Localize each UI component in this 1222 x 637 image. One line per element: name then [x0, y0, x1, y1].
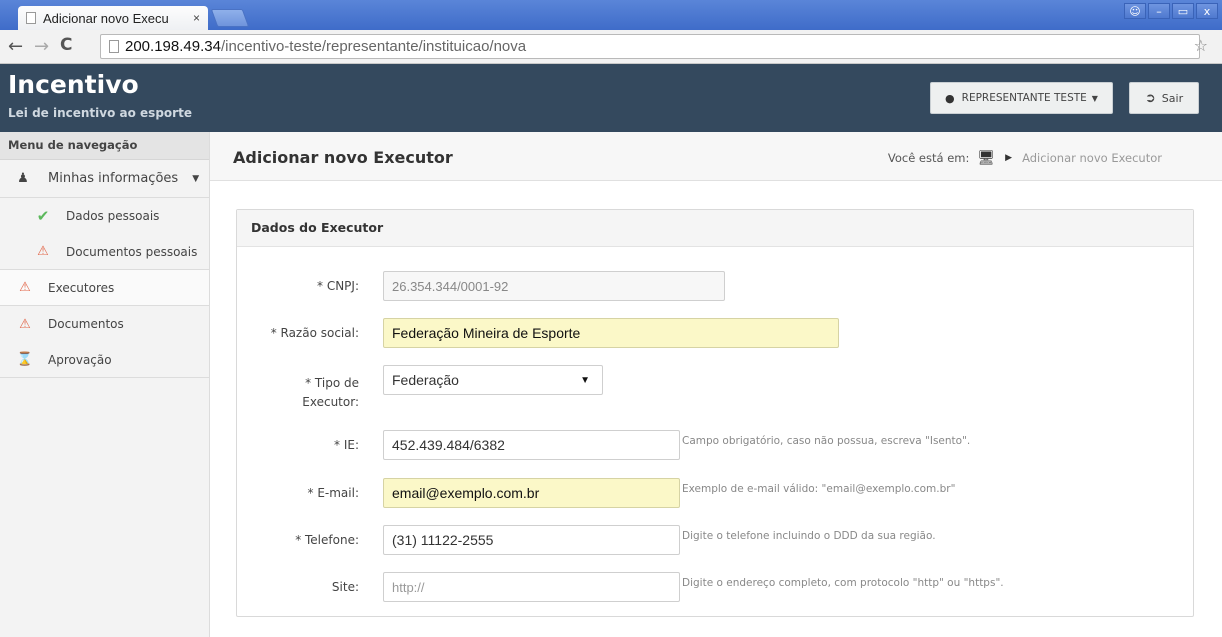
- sidebar-item-label: Documentos: [48, 317, 124, 331]
- url-path: /incentivo-teste/representante/instituic…: [220, 38, 527, 55]
- tipo-executor-value: Federação: [392, 372, 459, 388]
- telefone-help-text: Digite o telefone incluindo o DDD da sua…: [682, 530, 936, 542]
- tipo-executor-label-line2: Executor:: [302, 395, 359, 409]
- address-bar[interactable]: 200.198.49.34 /incentivo-teste/represent…: [100, 34, 1200, 59]
- reload-icon[interactable]: C: [60, 35, 72, 55]
- sidebar-item-label: Dados pessoais: [66, 209, 160, 223]
- cnpj-input[interactable]: 26.354.344/0001-92: [383, 271, 725, 301]
- new-tab-button[interactable]: [210, 9, 250, 27]
- telefone-input[interactable]: (31) 11122-2555: [383, 525, 680, 555]
- ie-input[interactable]: 452.439.484/6382: [383, 430, 680, 460]
- url-host: 200.198.49.34: [125, 38, 221, 55]
- panel-title: Dados do Executor: [237, 210, 1193, 247]
- user-icon[interactable]: ☺: [1124, 3, 1146, 19]
- browser-tabstrip: Adicionar novo Execu × ☺ – ▭ x: [0, 0, 1222, 30]
- forward-arrow-icon[interactable]: →: [34, 36, 49, 57]
- page-header: Adicionar novo Executor Você está em: 🖥 …: [210, 132, 1222, 181]
- sidebar-item-label: Aprovação: [48, 352, 112, 367]
- tipo-executor-label: * Tipo de Executor:: [302, 374, 359, 412]
- sidebar-item-executores[interactable]: ⚠ Executores: [0, 270, 209, 306]
- razao-social-label: * Razão social:: [270, 326, 359, 340]
- user-menu-button[interactable]: ● REPRESENTANTE TESTE ▼: [930, 82, 1113, 114]
- close-window-button[interactable]: x: [1196, 3, 1218, 19]
- email-input[interactable]: email@exemplo.com.br: [383, 478, 680, 508]
- ie-help-text: Campo obrigatório, caso não possua, escr…: [682, 435, 971, 447]
- back-arrow-icon[interactable]: ←: [8, 36, 23, 57]
- form-row-email: * E-mail: email@exemplo.com.br Exemplo d…: [237, 478, 1193, 508]
- telefone-label: * Telefone:: [295, 533, 359, 547]
- sidebar-item-dados-pessoais[interactable]: ✔ Dados pessoais: [0, 198, 209, 234]
- warning-icon: ⚠: [37, 244, 49, 259]
- minimize-button[interactable]: –: [1148, 3, 1170, 19]
- monitor-icon[interactable]: 🖥: [977, 150, 995, 166]
- window-controls: ☺ – ▭ x: [1124, 3, 1218, 19]
- tipo-executor-label-line1: * Tipo de: [305, 376, 359, 390]
- check-icon: ✔: [36, 207, 50, 225]
- chevron-down-icon: ▼: [192, 173, 200, 184]
- sidebar-item-label: Documentos pessoais: [66, 244, 198, 259]
- form-row-tipo-executor: * Tipo de Executor: Federação ▼: [237, 365, 1193, 411]
- form-row-ie: * IE: 452.439.484/6382 Campo obrigatório…: [237, 430, 1193, 460]
- form-row-site: Site: http:// Digite o endereço completo…: [237, 572, 1193, 602]
- warning-icon: ⚠: [19, 280, 31, 295]
- users-icon: ♟: [17, 171, 29, 186]
- breadcrumb-prefix: Você está em:: [887, 151, 970, 165]
- breadcrumb: Você está em: 🖥 ▶ Adicionar novo Executo…: [888, 150, 1162, 166]
- browser-tab[interactable]: Adicionar novo Execu ×: [18, 6, 208, 30]
- sidebar-heading: Menu de navegação: [0, 132, 209, 160]
- sidebar-item-aprovacao[interactable]: ⌛ Aprovação: [0, 342, 209, 378]
- ie-label: * IE:: [334, 438, 359, 452]
- breadcrumb-current: Adicionar novo Executor: [1022, 151, 1162, 165]
- tab-close-icon[interactable]: ×: [193, 11, 200, 25]
- app-subtitle: Lei de incentivo ao esporte: [8, 106, 192, 120]
- sidebar-item-documentos-pessoais[interactable]: ⚠ Documentos pessoais: [0, 234, 209, 270]
- browser-toolbar: ← → C 200.198.49.34 /incentivo-teste/rep…: [0, 30, 1222, 64]
- hourglass-icon: ⌛: [16, 352, 34, 367]
- user-icon: ●: [945, 91, 955, 105]
- cnpj-label: * CNPJ:: [317, 279, 359, 293]
- site-help-text: Digite o endereço completo, com protocol…: [682, 577, 1004, 589]
- email-label: * E-mail:: [307, 486, 359, 500]
- caret-right-icon: ▶: [1005, 153, 1013, 163]
- site-label: Site:: [331, 580, 359, 594]
- sidebar-group-label: Minhas informações: [48, 171, 179, 186]
- email-help-text: Exemplo de e-mail válido: "email@exemplo…: [682, 483, 956, 495]
- browser-tab-title: Adicionar novo Execu: [43, 10, 169, 26]
- site-input[interactable]: http://: [383, 572, 680, 602]
- sidebar-item-documentos[interactable]: ⚠ Documentos: [0, 306, 209, 342]
- chevron-down-icon: ▼: [1091, 93, 1098, 103]
- page-icon: [26, 12, 36, 24]
- logout-label: Sair: [1161, 91, 1184, 105]
- user-menu-label: REPRESENTANTE TESTE: [961, 92, 1087, 104]
- dropdown-arrow-icon: ▼: [580, 374, 590, 386]
- logout-button[interactable]: ➲ Sair: [1129, 82, 1199, 114]
- bookmark-star-icon[interactable]: ☆: [1194, 36, 1208, 55]
- page-title: Adicionar novo Executor: [233, 148, 453, 167]
- warning-icon: ⚠: [19, 316, 31, 332]
- app-header: Incentivo Lei de incentivo ao esporte ● …: [0, 64, 1222, 132]
- sidebar-group-minhas-informacoes[interactable]: ♟ Minhas informações ▼: [0, 160, 209, 198]
- razao-social-input[interactable]: Federação Mineira de Esporte: [383, 318, 839, 348]
- form-row-cnpj: * CNPJ: 26.354.344/0001-92: [237, 271, 1193, 301]
- form-row-telefone: * Telefone: (31) 11122-2555 Digite o tel…: [237, 525, 1193, 555]
- maximize-button[interactable]: ▭: [1172, 3, 1194, 19]
- page-icon: [109, 40, 119, 53]
- executor-form-panel: Dados do Executor * CNPJ: 26.354.344/000…: [236, 209, 1194, 617]
- app-title: Incentivo: [8, 70, 139, 99]
- tipo-executor-select[interactable]: Federação ▼: [383, 365, 603, 395]
- form-row-razao-social: * Razão social: Federação Mineira de Esp…: [237, 318, 1193, 348]
- sidebar: Menu de navegação ♟ Minhas informações ▼…: [0, 132, 210, 637]
- sidebar-item-label: Executores: [48, 280, 115, 295]
- logout-icon: ➲: [1144, 90, 1156, 106]
